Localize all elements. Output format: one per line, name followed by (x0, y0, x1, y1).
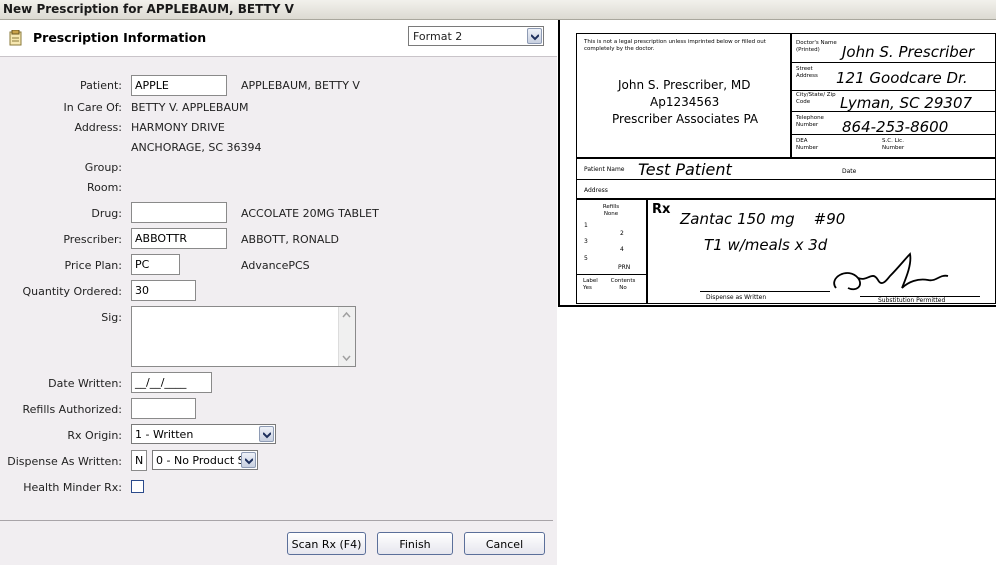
rx-patient-name-label: Patient Name (584, 166, 625, 173)
rx-refill-5: 5 (584, 255, 588, 262)
room-label: Room: (86, 181, 122, 194)
rx-row-line (576, 198, 996, 200)
quantity-input[interactable]: 30 (131, 280, 196, 301)
patient-label: Patient: (79, 79, 122, 92)
scan-rx-button[interactable]: Scan Rx (F4) (287, 532, 366, 555)
sig-textarea[interactable] (131, 306, 356, 367)
daw-dropdown[interactable]: 0 - No Product Se (152, 450, 258, 470)
scroll-down-icon[interactable] (340, 351, 353, 365)
prescriber-signature-icon (833, 252, 949, 291)
date-written-input[interactable]: __/__/____ (131, 372, 212, 393)
rx-practice: Prescriber Associates PA (612, 112, 759, 126)
rx-address-label: Address (584, 187, 608, 194)
group-label: Group: (84, 161, 122, 174)
address-line2: ANCHORAGE, SC 36394 (131, 141, 262, 154)
rx-divider-vertical (790, 33, 792, 157)
rx-origin-value: 1 - Written (135, 428, 194, 441)
rx-symbol: Rx (652, 202, 671, 217)
rx-prescriber-name: John S. Prescriber, MD (618, 78, 751, 92)
drug-input[interactable] (131, 202, 227, 223)
address-line1: HARMONY DRIVE (131, 121, 225, 134)
chevron-down-icon[interactable] (527, 28, 542, 44)
rx-origin-dropdown[interactable]: 1 - Written (131, 424, 276, 444)
format-dropdown[interactable]: Format 2 (408, 26, 544, 46)
drug-name: ACCOLATE 20MG TABLET (241, 207, 379, 220)
rx-doctor-name-hand: John S. Prescriber (842, 43, 975, 61)
date-written-label: Date Written: (48, 377, 122, 390)
rx-refill-3: 3 (584, 238, 588, 245)
prescriber-name: ABBOTT, RONALD (241, 233, 339, 246)
price-plan-label: Price Plan: (64, 259, 122, 272)
format-value: Format 2 (413, 30, 463, 43)
rx-row-line (576, 179, 996, 180)
scanned-rx-image: This is not a legal prescription unless … (558, 20, 996, 307)
title-bar: New Prescription for APPLEBAUM, BETTY V (0, 0, 996, 20)
health-minder-checkbox[interactable] (131, 480, 144, 493)
rx-refill-2: 2 (620, 230, 624, 237)
daw-label: Dispense As Written: (7, 455, 122, 468)
rx-refill-prn: PRN (618, 264, 631, 271)
rx-contents-label: Contents No (610, 278, 636, 291)
rx-dea-label: DEA Number (796, 138, 819, 151)
rx-drug-hand: Zantac 150 mg #90 (680, 210, 846, 228)
rx-phone-hand: 864-253-8600 (842, 118, 949, 136)
rx-refill-divider (646, 198, 648, 304)
scroll-up-icon[interactable] (340, 308, 353, 322)
quantity-label: Quantity Ordered: (22, 285, 122, 298)
rx-doctor-name-label: Doctor's Name (Printed) (796, 40, 837, 53)
sig-label: Sig: (101, 311, 122, 324)
rx-city-hand: Lyman, SC 29307 (840, 94, 973, 112)
patient-name: APPLEBAUM, BETTY V (241, 79, 360, 92)
rx-refill-4: 4 (620, 246, 624, 253)
rx-refills-label: Refills None (602, 204, 620, 217)
chevron-down-icon[interactable] (241, 452, 256, 468)
prescriber-input[interactable]: ABBOTTR (131, 228, 227, 249)
in-care-of-value: BETTY V. APPLEBAUM (131, 101, 249, 114)
window-title: New Prescription for APPLEBAUM, BETTY V (3, 2, 294, 16)
section-title: Prescription Information (33, 30, 207, 45)
refills-input[interactable] (131, 398, 196, 419)
rx-row-line (576, 274, 646, 275)
rx-street-label: Street Address (796, 66, 818, 79)
rx-origin-label: Rx Origin: (67, 429, 122, 442)
rx-row-line (790, 90, 996, 91)
drug-label: Drug: (91, 207, 122, 220)
refills-label: Refills Authorized: (22, 403, 122, 416)
rx-phone-label: Telephone Number (796, 115, 824, 128)
rx-refill-1: 1 (584, 222, 588, 229)
prescription-form: Prescription Information Format 2 Patien… (0, 20, 557, 565)
rx-patient-name-hand: Test Patient (638, 160, 732, 179)
health-minder-label: Health Minder Rx: (23, 481, 122, 494)
rx-substitution-label: Substitution Permitted (878, 297, 946, 304)
footer-divider (0, 520, 553, 521)
cancel-button[interactable]: Cancel (464, 532, 545, 555)
sig-scrollbar[interactable] (338, 307, 355, 366)
chevron-down-icon[interactable] (259, 426, 274, 442)
rx-label-label: Label Yes (583, 278, 598, 291)
rx-date-label: Date (842, 168, 857, 175)
address-label: Address: (74, 121, 122, 134)
price-plan-input[interactable]: PC (131, 254, 180, 275)
rx-directions-hand: T1 w/meals x 3d (704, 236, 828, 254)
rx-dispense-label: Dispense as Written (706, 294, 767, 301)
rx-prescriber-id: Ap1234563 (650, 95, 720, 109)
rx-sc-lic-label: S.C. Lic. Number (882, 138, 905, 151)
rx-city-label: City/State/ Zip Code (796, 92, 836, 105)
daw-value: 0 - No Product Se (156, 454, 252, 467)
rx-disclaimer: This is not a legal prescription unless … (584, 39, 766, 52)
rx-row-line (790, 62, 996, 63)
in-care-of-label: In Care Of: (63, 101, 122, 114)
prescription-icon (9, 30, 22, 46)
patient-input[interactable]: APPLE (131, 75, 227, 96)
rx-row-line (576, 157, 996, 159)
rx-sign-line (700, 291, 830, 292)
daw-code-input[interactable]: N (131, 450, 147, 471)
prescriber-label: Prescriber: (63, 233, 122, 246)
form-header: Prescription Information Format 2 (0, 20, 557, 57)
finish-button[interactable]: Finish (377, 532, 453, 555)
rx-street-hand: 121 Goodcare Dr. (836, 69, 968, 87)
price-plan-name: AdvancePCS (241, 259, 310, 272)
